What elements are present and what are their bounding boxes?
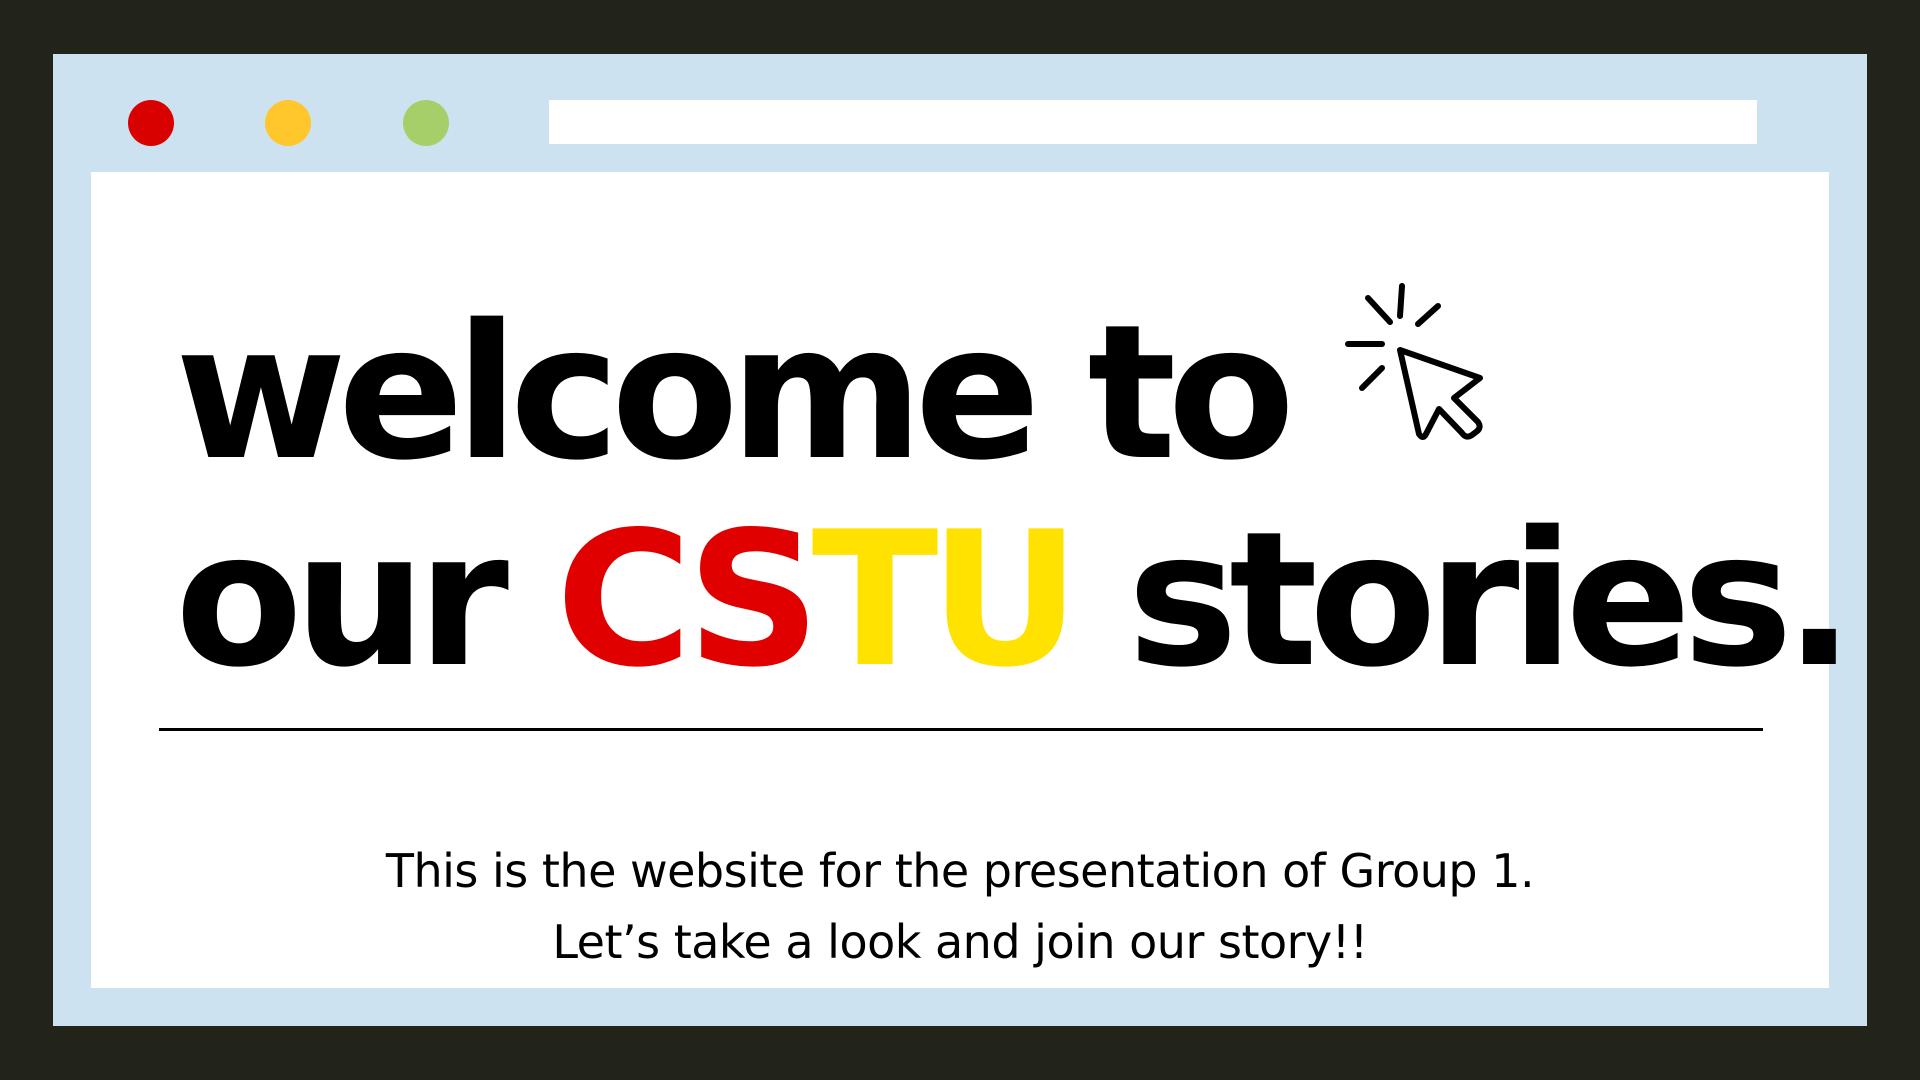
headline-line-2: our CSTU stories. bbox=[91, 507, 1913, 693]
cursor-click-icon bbox=[1345, 283, 1483, 440]
window-close-button[interactable] bbox=[128, 100, 174, 146]
brand-cstu: CSTU bbox=[555, 491, 1081, 708]
subtitle: This is the website for the presentation… bbox=[91, 836, 1829, 978]
brand-letter-s: S bbox=[686, 491, 821, 708]
headline-text-welcome: welcome to bbox=[175, 284, 1295, 501]
window-maximize-button[interactable] bbox=[403, 100, 449, 146]
subtitle-line-1: This is the website for the presentation… bbox=[385, 844, 1535, 898]
page-content: welcome to our CSTU stories. This is the… bbox=[91, 172, 1855, 988]
brand-letter-c: C bbox=[555, 491, 696, 708]
browser-window: welcome to our CSTU stories. This is the… bbox=[53, 54, 1867, 1026]
brand-letter-u: U bbox=[929, 491, 1081, 708]
divider bbox=[159, 728, 1763, 731]
headline-text-our: our bbox=[175, 491, 509, 708]
window-minimize-button[interactable] bbox=[265, 100, 311, 146]
headline-text-stories: stories. bbox=[1127, 491, 1854, 708]
address-bar[interactable] bbox=[549, 100, 1757, 144]
brand-letter-t: T bbox=[811, 491, 939, 708]
headline-line-1: welcome to bbox=[91, 300, 1913, 486]
subtitle-line-2: Let’s take a look and join our story!! bbox=[552, 915, 1368, 969]
